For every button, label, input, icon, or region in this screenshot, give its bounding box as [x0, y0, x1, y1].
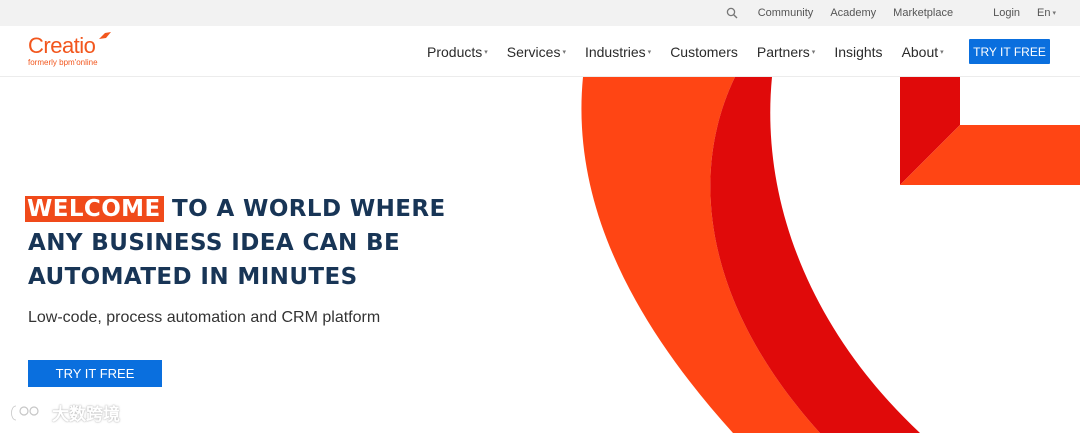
watermark-logo-icon	[10, 404, 39, 421]
nav-label: Services	[506, 43, 561, 60]
nav-label: About	[901, 43, 939, 60]
main-header: Creatio formerly bpm'online Products ▾ Se…	[0, 26, 1080, 77]
nav-label: Products	[427, 43, 483, 60]
logo-wordmark: Creatio	[28, 33, 96, 58]
headline-line-1-rest: TO A WORLD WHERE	[172, 196, 446, 222]
page: Community Academy Marketplace Login En ▾ …	[0, 0, 1080, 433]
nav-services[interactable]: Services ▾	[507, 44, 566, 60]
main-nav: Products ▾ Services ▾ Industries ▾ Customer…	[427, 26, 963, 77]
nav-label: Industries	[584, 43, 646, 60]
nav-label: Partners	[756, 43, 810, 60]
chevron-down-icon: ▾	[562, 48, 566, 56]
watermark-text: 大数跨境	[52, 405, 120, 424]
nav-customers[interactable]: Customers	[670, 44, 738, 60]
creatio-logo[interactable]: Creatio formerly bpm'online	[28, 32, 111, 67]
logo-mark-icon	[99, 32, 111, 39]
nav-label: Insights	[834, 43, 883, 60]
logo-subtext: formerly bpm'online	[28, 58, 98, 67]
headline-line-2: ANY BUSINESS IDEA CAN BE	[28, 230, 401, 256]
headline-line-1: WELCOME TO A WORLD WHERE	[25, 192, 446, 226]
try-it-free-hero-button[interactable]: TRY IT FREE	[28, 360, 162, 387]
chevron-down-icon: ▾	[647, 48, 652, 56]
watermark: 大数跨境	[8, 400, 120, 425]
nav-partners[interactable]: Partners ▾	[757, 44, 815, 60]
chevron-down-icon: ▾	[811, 48, 816, 56]
chevron-down-icon: ▾	[940, 48, 944, 56]
try-it-free-header-button[interactable]: TRY IT FREE	[969, 39, 1050, 64]
nav-about[interactable]: About ▾	[902, 44, 944, 60]
nav-products[interactable]: Products ▾	[427, 44, 488, 60]
nav-industries[interactable]: Industries ▾	[585, 44, 651, 60]
chevron-down-icon: ▾	[484, 48, 488, 56]
nav-label: Customers	[670, 43, 738, 60]
nav-insights[interactable]: Insights	[834, 44, 882, 60]
hero-headline: WELCOME TO A WORLD WHERE ANY BUSINESS ID…	[25, 192, 446, 294]
hero-subline: Low-code, process automation and CRM pla…	[28, 309, 381, 326]
headline-line-3: AUTOMATED IN MINUTES	[28, 264, 358, 290]
headline-highlight: WELCOME	[25, 196, 164, 222]
hero-headline-block: WELCOME TO A WORLD WHERE ANY BUSINESS ID…	[25, 192, 446, 294]
